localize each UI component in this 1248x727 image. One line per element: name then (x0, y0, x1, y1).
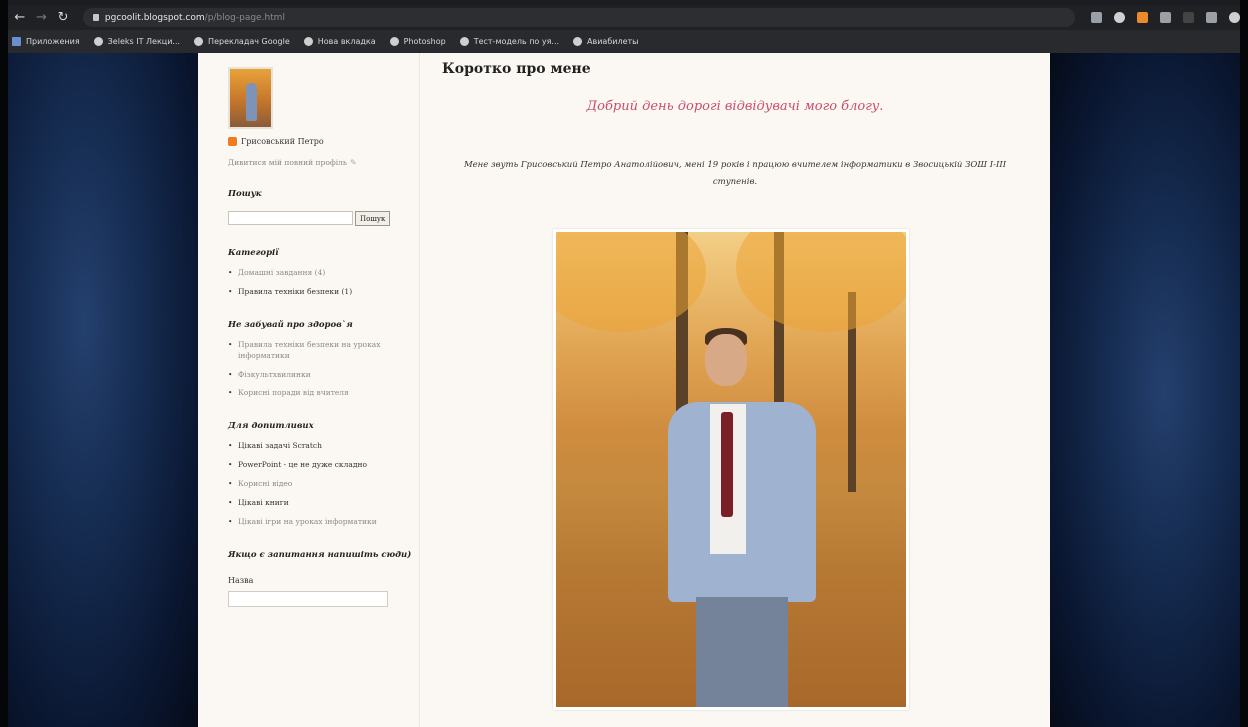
forward-arrow-icon[interactable]: → (32, 8, 52, 28)
star-icon[interactable] (1114, 12, 1125, 23)
url-host: pgcoolit.blogspot.com (104, 12, 205, 23)
categories-heading: Категорії (228, 248, 279, 258)
person-tie (721, 412, 733, 517)
search-input[interactable] (228, 211, 353, 225)
curious-list: Цікаві задачі Scratch PowerPoint - це не… (228, 441, 419, 527)
curious-heading: Для допитливих (228, 421, 314, 432)
window-edge-left (0, 0, 8, 727)
profile-name[interactable]: Грисовський Петро (241, 137, 324, 146)
extension-icon[interactable] (1137, 12, 1148, 23)
background-texture-left (8, 53, 198, 727)
name-label: Назва (228, 575, 254, 585)
list-item[interactable]: Фізкультхвилинки (228, 370, 383, 381)
address-bar[interactable]: pgcoolit.blogspot.com /p/blog-page.html (82, 8, 1075, 27)
list-item[interactable]: Цікаві книги (228, 498, 383, 509)
health-heading: Не забувай про здоров`я (228, 319, 353, 330)
profile-avatar[interactable] (228, 67, 273, 129)
edit-icon[interactable]: ✎ (350, 158, 357, 167)
reload-icon[interactable]: ↻ (53, 8, 73, 28)
background-texture-right (1050, 53, 1240, 727)
list-item[interactable]: PowerPoint - це не дуже складно (228, 460, 383, 471)
list-item[interactable]: Цікаві ігри на уроках інформатики (228, 517, 383, 528)
greeting-text: Добрий день дорогі відвідувачі мого блог… (586, 99, 884, 114)
list-item[interactable]: Цікаві задачі Scratch (228, 441, 383, 452)
list-item[interactable]: Корисні поради від вчителя (228, 388, 383, 399)
globe-icon (303, 37, 313, 46)
list-item[interactable]: Домашні завдання (4) (228, 268, 383, 279)
profile-name-row[interactable]: Грисовський Петро (228, 137, 419, 146)
search-widget: Пошук (228, 211, 419, 226)
shield-icon[interactable] (1160, 12, 1171, 23)
window-edge-right (1240, 0, 1248, 727)
extension-icon[interactable] (1183, 12, 1194, 23)
globe-icon (93, 37, 103, 46)
search-button[interactable]: Пошук (355, 211, 391, 226)
list-item[interactable]: Корисні відео (228, 479, 383, 490)
list-item[interactable]: Правила техніки безпеки (1) (228, 287, 383, 298)
globe-icon (459, 37, 469, 46)
autumn-portrait-image (556, 232, 906, 707)
bookmark-item[interactable]: Авиабилеты (573, 37, 638, 46)
blogger-icon (228, 137, 237, 146)
blog-page: Грисовський Петро Дивитися мій повний пр… (198, 53, 1050, 727)
browser-toolbar: ← → ↻ pgcoolit.blogspot.com /p/blog-page… (8, 5, 1240, 30)
list-item[interactable]: Правила техніки безпеки на уроках інформ… (228, 340, 383, 362)
intro-text: Мене звуть Грисовський Петро Анатолійови… (463, 160, 1007, 187)
name-field[interactable] (228, 590, 388, 607)
globe-icon (194, 37, 204, 46)
health-list: Правила техніки безпеки на уроках інформ… (228, 340, 419, 400)
bookmarks-bar: Приложения Зеleks IT Лекци... Перекладач… (8, 30, 1240, 53)
url-path: /p/blog-page.html (204, 12, 285, 23)
lock-icon (92, 14, 99, 21)
bookmark-item[interactable]: Зеleks IT Лекци... (93, 37, 180, 46)
page-title: Коротко про мене (442, 61, 591, 77)
profile-photo (553, 229, 909, 710)
translate-icon[interactable] (1091, 12, 1102, 23)
globe-icon (389, 37, 399, 46)
bookmark-item[interactable]: Приложения (12, 37, 80, 46)
extension-icons (1091, 12, 1240, 23)
apps-grid-icon (12, 37, 21, 46)
foliage (736, 232, 906, 332)
profile-avatar-icon[interactable] (1229, 12, 1240, 23)
bookmark-item[interactable]: Photoshop (389, 37, 446, 46)
contact-heading: Якщо є запитання напишіть сюди) (228, 549, 412, 560)
post-content: Коротко про мене Добрий день дорогі відв… (420, 53, 1050, 727)
bookmark-item[interactable]: Перекладач Google (194, 37, 290, 46)
browser-chrome: ← → ↻ pgcoolit.blogspot.com /p/blog-page… (8, 5, 1240, 53)
globe-icon (573, 37, 583, 46)
bookmark-item[interactable]: Тест-модель по уя... (459, 37, 559, 46)
sidebar: Грисовський Петро Дивитися мій повний пр… (198, 53, 420, 727)
person-head (705, 334, 747, 386)
person-trousers (696, 597, 788, 707)
bookmark-item[interactable]: Нова вкладка (303, 37, 376, 46)
back-arrow-icon[interactable]: ← (10, 8, 30, 28)
search-heading: Пошук (228, 189, 262, 199)
profile-link[interactable]: Дивитися мій повний профіль ✎ (228, 158, 419, 167)
puzzle-icon[interactable] (1206, 12, 1217, 23)
categories-list: Домашні завдання (4) Правила техніки без… (228, 268, 419, 298)
